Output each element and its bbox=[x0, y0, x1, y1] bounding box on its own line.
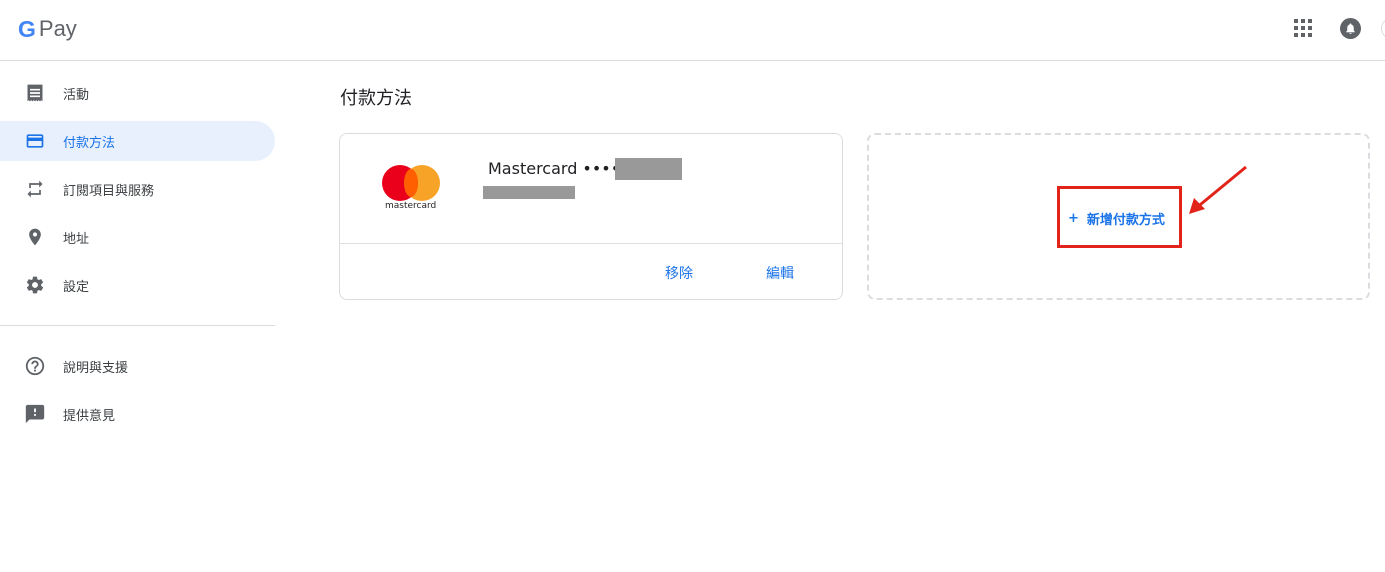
repeat-icon bbox=[24, 178, 46, 200]
sidebar-item-payment-methods[interactable]: 付款方法 bbox=[0, 121, 275, 161]
annotation-arrow-icon bbox=[1189, 165, 1247, 214]
mastercard-logo: mastercard bbox=[382, 165, 442, 213]
sidebar-item-label: 付款方法 bbox=[63, 135, 116, 151]
sidebar-item-feedback[interactable]: 提供意見 bbox=[0, 394, 275, 434]
sidebar-divider bbox=[0, 325, 275, 326]
sidebar-item-activity[interactable]: 活動 bbox=[0, 73, 275, 113]
add-payment-method-button[interactable]: + 新增付款方式 bbox=[1068, 209, 1165, 228]
avatar[interactable] bbox=[1381, 18, 1385, 39]
add-payment-label: 新增付款方式 bbox=[1086, 213, 1165, 228]
redacted-card-detail bbox=[483, 186, 575, 199]
apps-grid-icon[interactable] bbox=[1294, 19, 1312, 37]
mastercard-logo-text: mastercard bbox=[385, 201, 437, 211]
notification-bell-icon[interactable] bbox=[1340, 18, 1361, 39]
sidebar-item-label: 說明與支援 bbox=[63, 360, 129, 376]
sidebar-item-subscriptions[interactable]: 訂閱項目與服務 bbox=[0, 169, 275, 209]
google-g-icon: G bbox=[18, 16, 36, 42]
location-pin-icon bbox=[24, 226, 46, 248]
redacted-card-number bbox=[615, 158, 682, 180]
sidebar-item-label: 提供意見 bbox=[63, 408, 116, 424]
feedback-icon bbox=[24, 403, 46, 425]
sidebar-item-label: 訂閱項目與服務 bbox=[63, 183, 155, 199]
sidebar-item-label: 地址 bbox=[63, 231, 90, 247]
credit-card-icon bbox=[24, 130, 46, 152]
sidebar-item-addresses[interactable]: 地址 bbox=[0, 217, 275, 257]
sidebar-item-settings[interactable]: 設定 bbox=[0, 265, 275, 305]
sidebar-item-help[interactable]: 說明與支援 bbox=[0, 346, 275, 386]
page-title: 付款方法 bbox=[340, 88, 412, 109]
card-divider bbox=[340, 243, 842, 244]
edit-button[interactable]: 編輯 bbox=[766, 263, 794, 283]
gpay-logo[interactable]: G Pay bbox=[18, 16, 77, 42]
plus-icon: + bbox=[1068, 211, 1079, 226]
sidebar-item-label: 設定 bbox=[63, 279, 90, 295]
top-bar: G Pay bbox=[0, 0, 1385, 61]
help-circle-icon bbox=[24, 355, 46, 377]
remove-button[interactable]: 移除 bbox=[665, 263, 693, 283]
gear-icon bbox=[24, 274, 46, 296]
receipt-icon bbox=[24, 82, 46, 104]
logo-text: Pay bbox=[38, 16, 77, 41]
payment-card: mastercard Mastercard •••• 移除 編輯 bbox=[339, 133, 843, 300]
sidebar-item-label: 活動 bbox=[63, 87, 90, 103]
card-name: Mastercard •••• bbox=[488, 159, 621, 178]
